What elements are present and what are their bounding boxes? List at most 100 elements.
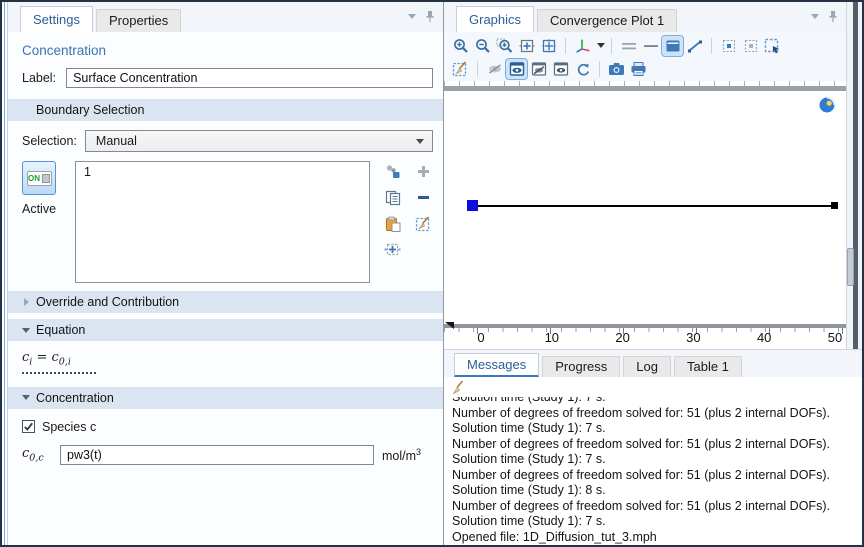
chevron-down-icon[interactable]: [811, 14, 819, 19]
section-header-concentration[interactable]: Concentration: [8, 387, 443, 409]
tab-table-1[interactable]: Table 1: [674, 356, 742, 377]
log-line: Solution time (Study 1): 8 s.: [452, 483, 862, 499]
chevron-down-icon: [416, 139, 424, 144]
diagonal-line-icon[interactable]: [684, 36, 705, 56]
graphics-tabbar: GraphicsConvergence Plot 1: [444, 2, 846, 32]
right-splitter[interactable]: [847, 2, 862, 349]
axis-tick-label: 50: [820, 330, 850, 345]
settings-tabs: SettingsProperties: [20, 6, 184, 32]
chevron-down-icon: [22, 395, 30, 400]
chevron-right-icon: [24, 298, 29, 306]
list-item[interactable]: 1: [84, 165, 361, 179]
boundary-selection-list[interactable]: 1: [75, 161, 370, 283]
log-line: Opened file: 1D_Diffusion_tut_3.mph: [452, 530, 862, 546]
axis-tick-label: 10: [537, 330, 567, 345]
log-output[interactable]: Solution time (Study 1): 7 s.Number of d…: [444, 390, 862, 545]
graphics-tabs: GraphicsConvergence Plot 1: [456, 6, 680, 32]
line-icon[interactable]: [640, 36, 661, 56]
zoom-selected-icon[interactable]: [516, 36, 537, 56]
settings-tabbar: SettingsProperties: [8, 2, 443, 32]
axis-tick-labels: 01020304050: [466, 330, 850, 345]
zoom-extents-icon[interactable]: [538, 36, 559, 56]
comsol-window: SettingsProperties Concentration Label: …: [0, 0, 864, 547]
remove-icon[interactable]: [415, 189, 432, 206]
messages-tabs: MessagesProgressLogTable 1: [454, 353, 745, 377]
axis-lines-icon[interactable]: [618, 36, 639, 56]
chevron-down-icon: [22, 328, 30, 333]
default-view-icon[interactable]: [572, 36, 593, 56]
comsol-logo-icon: [818, 96, 836, 114]
select-box-icon[interactable]: [762, 36, 783, 56]
select-add-icon[interactable]: [718, 36, 739, 56]
messages-tabbar: MessagesProgressLogTable 1: [444, 350, 862, 377]
copy-icon[interactable]: [384, 189, 401, 206]
on-state-label: ON: [28, 174, 40, 183]
box-eye-icon[interactable]: [550, 59, 571, 79]
chevron-down-icon[interactable]: [597, 43, 605, 48]
left-splitter[interactable]: [2, 2, 8, 545]
tab-messages[interactable]: Messages: [454, 353, 539, 377]
view-eye-icon[interactable]: [506, 59, 527, 79]
section-header-boundary-selection[interactable]: Boundary Selection: [8, 99, 443, 121]
vertex-marker[interactable]: [831, 202, 838, 209]
equation-display: ci = c0,i: [22, 350, 96, 374]
axis-tick-label: 30: [678, 330, 708, 345]
unit-label: mol/m3: [382, 447, 421, 463]
log-line: Number of degrees of freedom solved for:…: [452, 437, 862, 453]
log-line: Number of degrees of freedom solved for:…: [452, 406, 862, 422]
label-input[interactable]: [66, 68, 433, 88]
add-icon[interactable]: [415, 163, 432, 180]
box-eye-slash-icon[interactable]: [528, 59, 549, 79]
tab-progress[interactable]: Progress: [542, 356, 620, 377]
hide-eye-icon[interactable]: [484, 59, 505, 79]
create-selection-icon[interactable]: [384, 163, 401, 180]
check-icon: [23, 421, 34, 432]
active-label: Active: [22, 202, 56, 216]
clear-plot-icon[interactable]: [450, 59, 471, 79]
c0c-input[interactable]: [60, 445, 374, 465]
chevron-down-icon[interactable]: [408, 14, 416, 19]
zoom-box-icon[interactable]: [494, 36, 515, 56]
axis-arrow-icon: [445, 322, 454, 329]
pin-icon[interactable]: [425, 10, 435, 23]
log-line: Solution time (Study 1): 7 s.: [452, 421, 862, 437]
clear-log-icon[interactable]: [451, 380, 465, 395]
x-axis: 01020304050: [444, 321, 846, 349]
graphics-panel: GraphicsConvergence Plot 1: [444, 2, 847, 349]
snapshot-camera-icon[interactable]: [606, 59, 627, 79]
tab-log[interactable]: Log: [623, 356, 671, 377]
zoom-in-icon[interactable]: [450, 36, 471, 56]
section-header-override[interactable]: Override and Contribution: [8, 291, 443, 313]
settings-panel: SettingsProperties Concentration Label: …: [8, 2, 444, 545]
clear-selection-icon[interactable]: [415, 215, 432, 232]
section-header-equation[interactable]: Equation: [8, 319, 443, 341]
print-icon[interactable]: [628, 59, 649, 79]
paste-icon[interactable]: [384, 215, 401, 232]
tab-properties[interactable]: Properties: [96, 9, 181, 32]
log-line: Number of degrees of freedom solved for:…: [452, 468, 862, 484]
pin-icon[interactable]: [828, 10, 838, 23]
zoom-out-icon[interactable]: [472, 36, 493, 56]
reset-view-icon[interactable]: [572, 59, 593, 79]
axis-tick-label: 40: [749, 330, 779, 345]
selected-vertex-marker[interactable]: [467, 200, 478, 211]
page-title: Concentration: [8, 32, 443, 67]
messages-toolbar: [444, 377, 862, 397]
tab-settings[interactable]: Settings: [20, 6, 93, 32]
log-line: Solution time (Study 1): 7 s.: [452, 514, 862, 530]
select-remove-icon[interactable]: [740, 36, 761, 56]
selection-dropdown[interactable]: Manual: [85, 130, 433, 152]
top-ruler: [444, 81, 846, 91]
messages-panel: MessagesProgressLogTable 1 Solution time…: [444, 349, 862, 545]
tab-graphics[interactable]: Graphics: [456, 6, 534, 32]
axis-tick-label: 0: [466, 330, 496, 345]
species-c-checkbox[interactable]: [22, 420, 35, 433]
window-toggle-icon[interactable]: [662, 36, 683, 56]
scrollbar-thumb[interactable]: [847, 248, 854, 286]
plot-canvas[interactable]: [444, 91, 846, 321]
geometry-line[interactable]: [474, 205, 835, 207]
log-line: Number of degrees of freedom solved for:…: [452, 499, 862, 515]
tab-convergence-plot-1[interactable]: Convergence Plot 1: [537, 9, 677, 32]
active-toggle-button[interactable]: ON: [22, 161, 56, 195]
zoom-to-selection-icon[interactable]: [384, 241, 401, 258]
